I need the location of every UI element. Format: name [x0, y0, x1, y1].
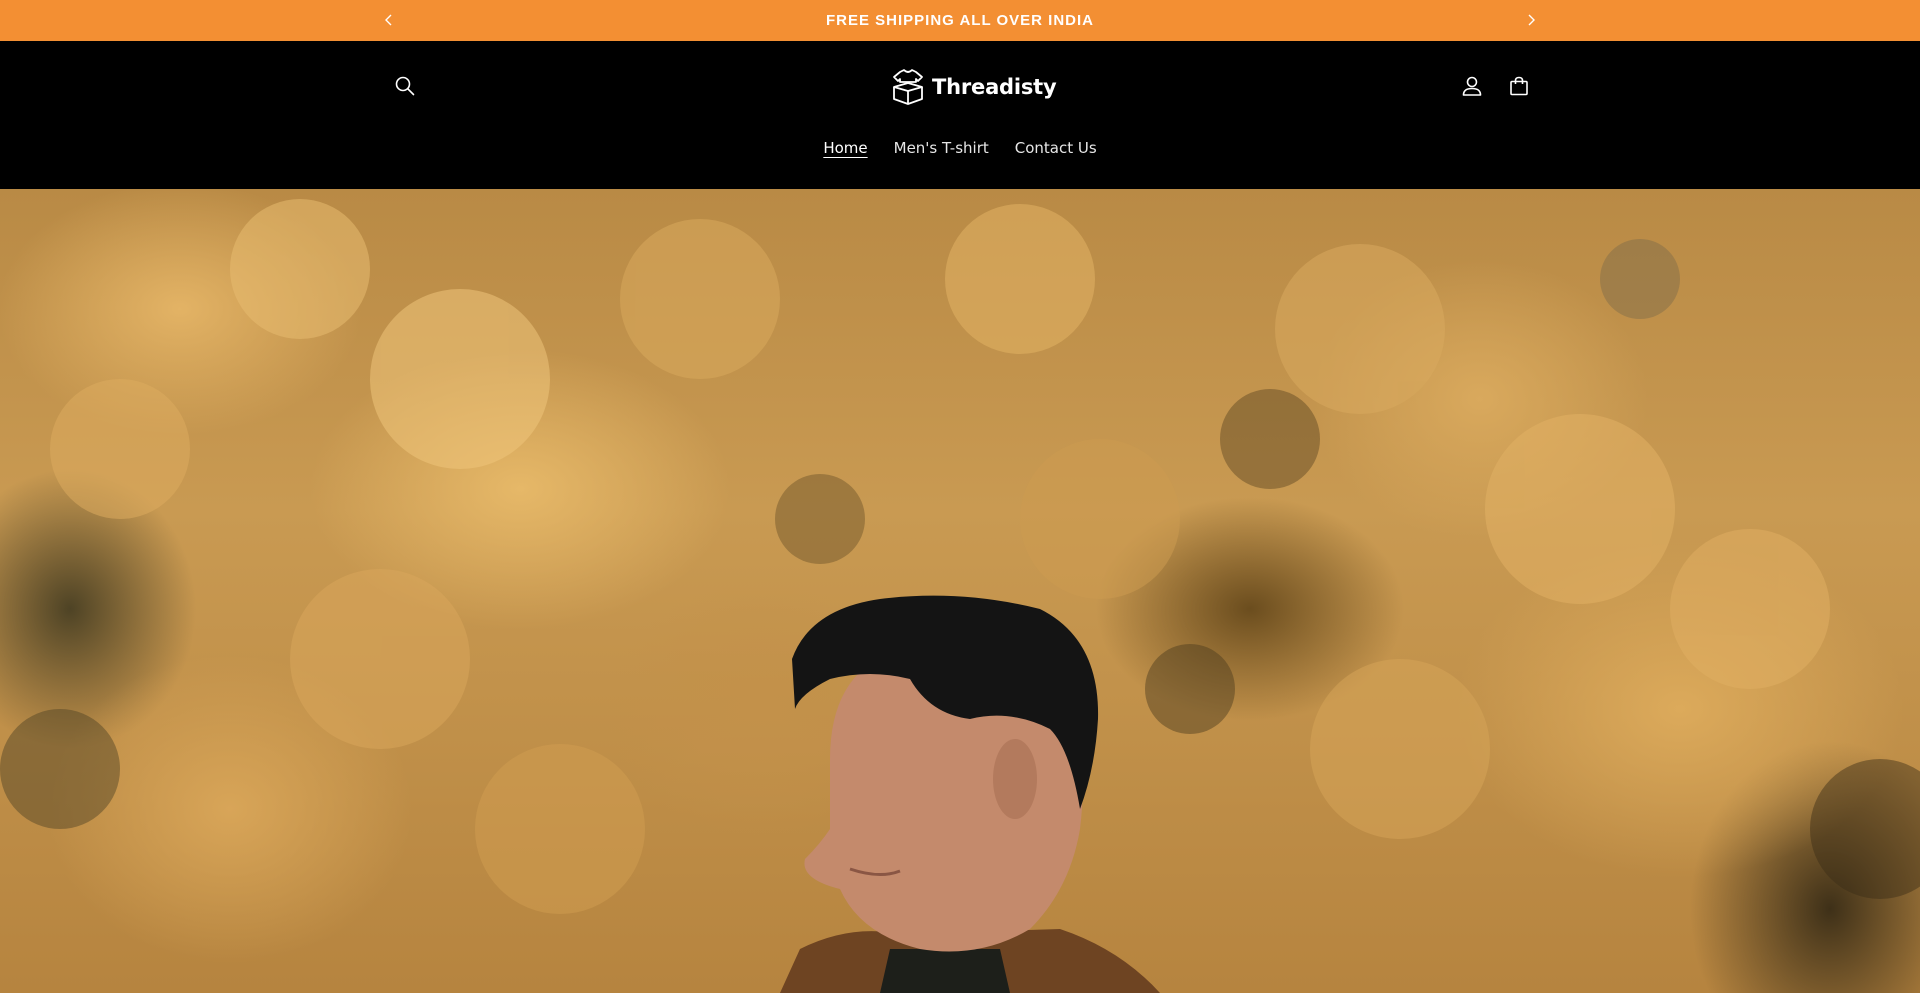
cart-button[interactable]	[1503, 70, 1535, 102]
main-nav: Home Men's T-shirt Contact Us	[0, 133, 1920, 163]
nav-item-mens-tshirt[interactable]: Men's T-shirt	[894, 133, 989, 163]
account-button[interactable]	[1456, 70, 1488, 102]
announcement-text: FREE SHIPPING ALL OVER INDIA	[825, 12, 1095, 29]
user-icon	[1462, 76, 1482, 96]
brand-name: Threadisty	[932, 75, 1057, 99]
announcement-next-button[interactable]	[1521, 10, 1541, 30]
announcement-prev-button[interactable]	[379, 10, 399, 30]
t-shirt-box-icon	[893, 69, 923, 105]
search-icon	[395, 76, 415, 96]
search-button[interactable]	[389, 70, 421, 102]
chevron-left-icon	[385, 14, 392, 26]
site-header: Threadisty Home Men's T-shirt Contact Us	[0, 41, 1920, 189]
hero-image	[0, 199, 1920, 993]
nav-item-home[interactable]: Home	[823, 133, 867, 163]
chevron-right-icon	[1528, 14, 1535, 26]
brand-logo[interactable]: Threadisty	[890, 67, 1057, 107]
cart-icon	[1510, 76, 1528, 96]
hero-banner	[0, 189, 1920, 993]
nav-item-contact-us[interactable]: Contact Us	[1015, 133, 1097, 163]
announcement-bar: FREE SHIPPING ALL OVER INDIA	[0, 0, 1920, 41]
